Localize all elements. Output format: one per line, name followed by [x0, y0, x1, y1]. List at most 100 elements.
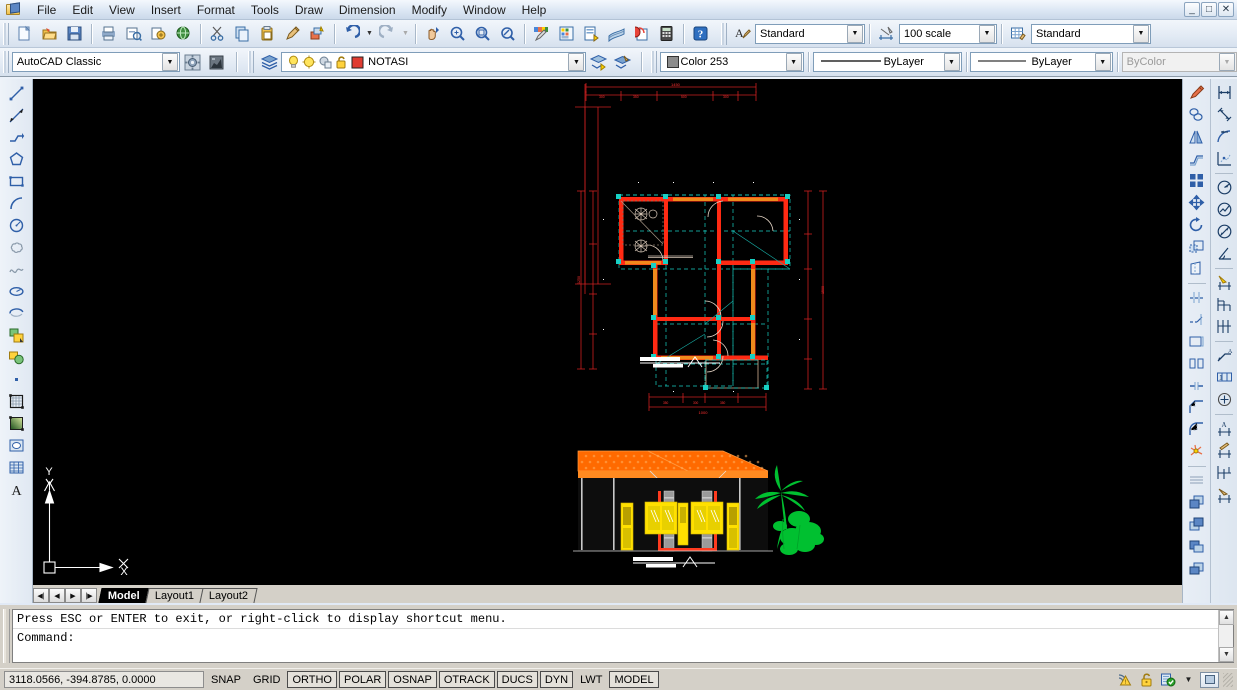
publish-icon[interactable] — [147, 22, 170, 45]
color-combo[interactable]: Color 253 ▼ — [659, 52, 804, 72]
layers-toolbar-grip[interactable] — [248, 51, 255, 73]
chevron-down-icon[interactable]: ▼ — [943, 53, 960, 71]
status-toggle-osnap[interactable]: OSNAP — [388, 671, 437, 688]
point-icon[interactable] — [5, 369, 27, 390]
sheet-set-icon[interactable] — [605, 22, 628, 45]
sun-thaw-icon[interactable] — [301, 54, 317, 71]
menu-file[interactable]: File — [29, 1, 64, 19]
continue-dimension-icon[interactable] — [1213, 316, 1235, 337]
tab-nav-next[interactable]: ▶ — [65, 588, 81, 603]
linetype-combo[interactable]: ByLayer ▼ — [812, 52, 962, 72]
close-button[interactable]: ✕ — [1218, 2, 1234, 17]
redo-icon[interactable] — [376, 22, 399, 45]
layer-previous-icon[interactable] — [587, 51, 609, 74]
table-style-icon[interactable] — [1007, 22, 1030, 45]
layer-properties-manager-icon[interactable] — [258, 51, 280, 74]
extend-icon[interactable] — [1186, 309, 1208, 330]
make-object-layer-current-icon[interactable] — [612, 51, 634, 74]
drawing-canvas[interactable]: 1450 300 350 500 300 1250 1500 1000 350 … — [33, 79, 1182, 603]
lineweight-combo[interactable]: ByLayer ▼ — [970, 52, 1113, 72]
workspace-combo[interactable]: AutoCAD Classic ▼ — [11, 52, 180, 72]
dimension-style-icon[interactable] — [875, 22, 898, 45]
polyline-icon[interactable] — [5, 127, 27, 148]
explode-icon[interactable] — [1186, 441, 1208, 462]
status-toggle-grid[interactable]: GRID — [248, 671, 286, 688]
hatch-icon[interactable] — [5, 391, 27, 412]
status-tray-caret-icon[interactable]: ▼ — [1179, 671, 1198, 688]
gradient-icon[interactable] — [5, 413, 27, 434]
linear-dimension-icon[interactable] — [1213, 82, 1235, 103]
chevron-down-icon[interactable]: ▼ — [1133, 24, 1149, 43]
jogged-dimension-icon[interactable] — [1213, 199, 1235, 220]
trim-icon[interactable] — [1186, 287, 1208, 308]
layer-unlocked-icon[interactable] — [333, 54, 349, 71]
copy-object-icon[interactable] — [1186, 104, 1208, 125]
fillet-icon[interactable] — [1186, 419, 1208, 440]
status-toggle-ortho[interactable]: ORTHO — [287, 671, 337, 688]
markup-set-icon[interactable] — [630, 22, 653, 45]
dimension-edit-icon[interactable]: A — [1213, 418, 1235, 439]
properties-icon[interactable] — [530, 22, 553, 45]
pan-icon[interactable] — [421, 22, 444, 45]
chevron-down-icon[interactable]: ▼ — [847, 24, 863, 43]
arc-icon[interactable] — [5, 193, 27, 214]
freeze-viewport-icon[interactable] — [317, 54, 333, 71]
menu-help[interactable]: Help — [514, 1, 555, 19]
menu-draw[interactable]: Draw — [287, 1, 331, 19]
undo-dropdown-icon[interactable]: ▼ — [364, 22, 375, 45]
erase-icon[interactable] — [1186, 82, 1208, 103]
dimension-style-control-icon[interactable] — [1213, 484, 1235, 505]
save-icon[interactable] — [63, 22, 86, 45]
chevron-down-icon[interactable]: ▼ — [1094, 53, 1111, 71]
layer-combo[interactable]: NOTASI ▼ — [281, 52, 587, 72]
status-toggle-dyn[interactable]: DYN — [539, 671, 574, 688]
designcenter-icon[interactable] — [555, 22, 578, 45]
manage-xrefs-icon[interactable] — [1158, 671, 1177, 688]
styles-toolbar-grip[interactable] — [721, 22, 727, 45]
quick-leader-icon[interactable]: A — [1213, 345, 1235, 366]
radius-dimension-icon[interactable] — [1213, 177, 1235, 198]
array-icon[interactable] — [1186, 170, 1208, 191]
move-icon[interactable] — [1186, 192, 1208, 213]
paste-icon[interactable] — [256, 22, 279, 45]
workspace-settings-icon[interactable] — [181, 51, 203, 74]
baseline-dimension-icon[interactable] — [1213, 294, 1235, 315]
lightbulb-on-icon[interactable] — [286, 54, 301, 71]
chevron-down-icon[interactable]: ▼ — [568, 53, 585, 71]
ellipse-icon[interactable] — [5, 281, 27, 302]
chamfer-icon[interactable] — [1186, 397, 1208, 418]
stretch-icon[interactable] — [1186, 258, 1208, 279]
dimension-update-icon[interactable] — [1213, 462, 1235, 483]
command-history[interactable]: Press ESC or ENTER to exit, or right-cli… — [12, 609, 1234, 663]
menu-format[interactable]: Format — [189, 1, 243, 19]
scale-icon[interactable] — [1186, 236, 1208, 257]
construction-line-icon[interactable] — [5, 105, 27, 126]
security-unlocked-icon[interactable] — [1137, 671, 1156, 688]
break-icon[interactable] — [1186, 353, 1208, 374]
layer-color-swatch[interactable] — [349, 54, 365, 71]
multiline-text-icon[interactable]: A — [5, 479, 27, 500]
undo-icon[interactable] — [340, 22, 363, 45]
region-icon[interactable] — [5, 435, 27, 456]
zoom-previous-icon[interactable] — [496, 22, 519, 45]
bring-above-icon[interactable] — [1186, 536, 1208, 557]
tab-layout1[interactable]: Layout1 — [145, 588, 204, 603]
coordinates-display[interactable]: 3118.0566, -394.8785, 0.0000 — [4, 671, 204, 688]
plot-preview-icon[interactable] — [122, 22, 145, 45]
new-icon[interactable] — [13, 22, 36, 45]
ellipse-arc-icon[interactable] — [5, 303, 27, 324]
scroll-up-icon[interactable]: ▲ — [1219, 610, 1234, 625]
table-style-combo[interactable]: Standard ▼ — [1031, 23, 1151, 44]
menu-insert[interactable]: Insert — [143, 1, 189, 19]
center-mark-icon[interactable] — [1213, 389, 1235, 410]
command-prompt[interactable]: Command: — [13, 628, 1233, 647]
line-icon[interactable] — [5, 83, 27, 104]
aligned-dimension-icon[interactable] — [1213, 104, 1235, 125]
arc-length-icon[interactable] — [1213, 126, 1235, 147]
diameter-dimension-icon[interactable] — [1213, 221, 1235, 242]
table-icon[interactable] — [5, 457, 27, 478]
text-style-icon[interactable]: A — [731, 22, 754, 45]
dimension-text-edit-icon[interactable] — [1213, 440, 1235, 461]
tab-nav-first[interactable]: ◀| — [33, 588, 49, 603]
insert-block-icon[interactable] — [5, 325, 27, 346]
